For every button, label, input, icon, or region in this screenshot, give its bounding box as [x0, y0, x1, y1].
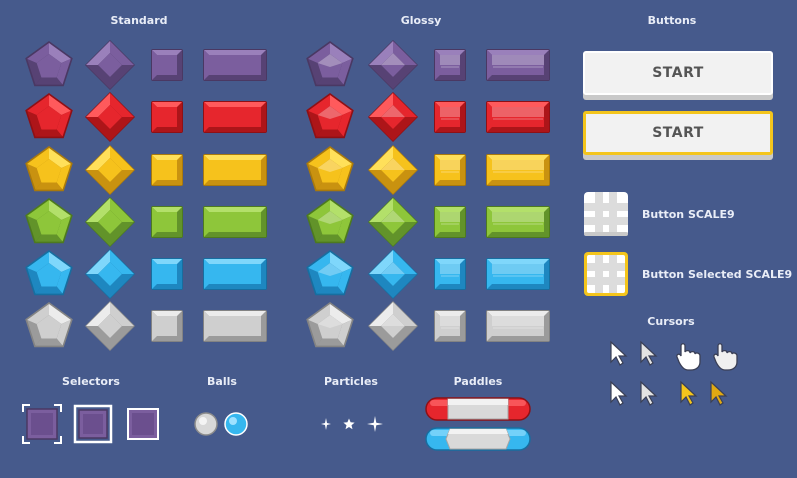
glossy-red-square-brick-icon	[434, 101, 466, 133]
cursors-group	[610, 341, 738, 406]
standard-yellow-pentagon-icon	[25, 146, 73, 192]
blue-ball-icon	[224, 412, 248, 436]
glossy-gray-diamond-icon	[368, 301, 418, 351]
glossy-gray-square-brick-icon	[434, 310, 466, 342]
standard-green-diamond-icon	[85, 197, 135, 247]
button-selected-scale9-label: Button Selected SCALE9	[642, 268, 793, 281]
standard-yellow-diamond-icon	[85, 145, 135, 195]
small-sparkle-icon	[321, 418, 331, 430]
standard-green-square-brick-icon	[151, 206, 183, 238]
standard-red-square-brick-icon	[151, 101, 183, 133]
standard-gray-long-brick-icon	[203, 310, 267, 342]
glossy-green-long-brick-icon	[486, 206, 550, 238]
standard-blue-diamond-icon	[85, 249, 135, 299]
standard-purple-square-brick-icon	[151, 49, 183, 81]
standard-purple-long-brick-icon	[203, 49, 267, 81]
standard-green-pentagon-icon	[25, 198, 73, 244]
standard-gray-pentagon-icon	[25, 302, 73, 348]
glossy-green-diamond-icon	[368, 197, 418, 247]
standard-blue-pentagon-icon	[25, 250, 73, 296]
standard-gray-square-brick-icon	[151, 310, 183, 342]
balls-group	[194, 412, 248, 436]
button-scale9-icon	[584, 192, 628, 236]
glossy-purple-pentagon-icon	[306, 41, 354, 87]
large-sparkle-icon	[367, 416, 383, 432]
arrow-cursor-small-icon	[610, 381, 627, 406]
hand-cursor-icon	[676, 343, 701, 371]
standard-purple-pentagon-icon	[25, 41, 73, 87]
button-scale9-label: Button SCALE9	[642, 208, 735, 221]
gray-ball-icon	[194, 412, 218, 436]
glossy-red-pentagon-icon	[306, 93, 354, 139]
start-button[interactable]: START	[583, 51, 773, 95]
glossy-yellow-pentagon-icon	[306, 146, 354, 192]
glossy-purple-diamond-icon	[368, 40, 418, 90]
particles-group	[321, 416, 383, 432]
glossy-yellow-square-brick-icon	[434, 154, 466, 186]
selector-frame-thick-icon	[73, 404, 113, 444]
start-button-label: START	[652, 65, 704, 81]
standard-red-diamond-icon	[85, 92, 135, 142]
glossy-purple-long-brick-icon	[486, 49, 550, 81]
selector-frame-thin-icon	[127, 408, 159, 440]
arrow-cursor-yellow-icon	[680, 381, 697, 406]
arrow-cursor-alt-icon	[640, 341, 657, 366]
standard-green-long-brick-icon	[203, 206, 267, 238]
arrow-cursor-icon	[610, 341, 627, 366]
glossy-gray-long-brick-icon	[486, 310, 550, 342]
standard-gray-diamond-icon	[85, 301, 135, 351]
glossy-green-pentagon-icon	[306, 198, 354, 244]
start-button-selected-label: START	[652, 125, 704, 141]
glossy-yellow-diamond-icon	[368, 145, 418, 195]
arrow-cursor-small-alt-icon	[640, 381, 657, 406]
paddles-group	[425, 397, 531, 451]
standard-purple-diamond-icon	[85, 40, 135, 90]
hand-cursor-alt-icon	[713, 343, 738, 371]
glossy-gray-pentagon-icon	[306, 302, 354, 348]
selector-corners-icon	[22, 404, 62, 444]
standard-red-pentagon-icon	[25, 93, 73, 139]
star-particle-icon	[343, 418, 355, 430]
standard-yellow-square-brick-icon	[151, 154, 183, 186]
glossy-purple-square-brick-icon	[434, 49, 466, 81]
glossy-yellow-long-brick-icon	[486, 154, 550, 186]
arrow-cursor-yellow-alt-icon	[710, 381, 727, 406]
glossy-blue-square-brick-icon	[434, 258, 466, 290]
glossy-blue-long-brick-icon	[486, 258, 550, 290]
glossy-green-square-brick-icon	[434, 206, 466, 238]
standard-red-long-brick-icon	[203, 101, 267, 133]
glossy-blue-pentagon-icon	[306, 250, 354, 296]
blue-paddle-icon	[425, 427, 531, 451]
selectors-group	[22, 404, 159, 444]
glossy-blue-diamond-icon	[368, 249, 418, 299]
standard-blue-square-brick-icon	[151, 258, 183, 290]
glossy-red-long-brick-icon	[486, 101, 550, 133]
red-paddle-icon	[425, 397, 531, 421]
standard-yellow-long-brick-icon	[203, 154, 267, 186]
button-selected-scale9-icon	[584, 252, 628, 296]
start-button-selected[interactable]: START	[583, 111, 773, 155]
standard-blue-long-brick-icon	[203, 258, 267, 290]
glossy-red-diamond-icon	[368, 92, 418, 142]
